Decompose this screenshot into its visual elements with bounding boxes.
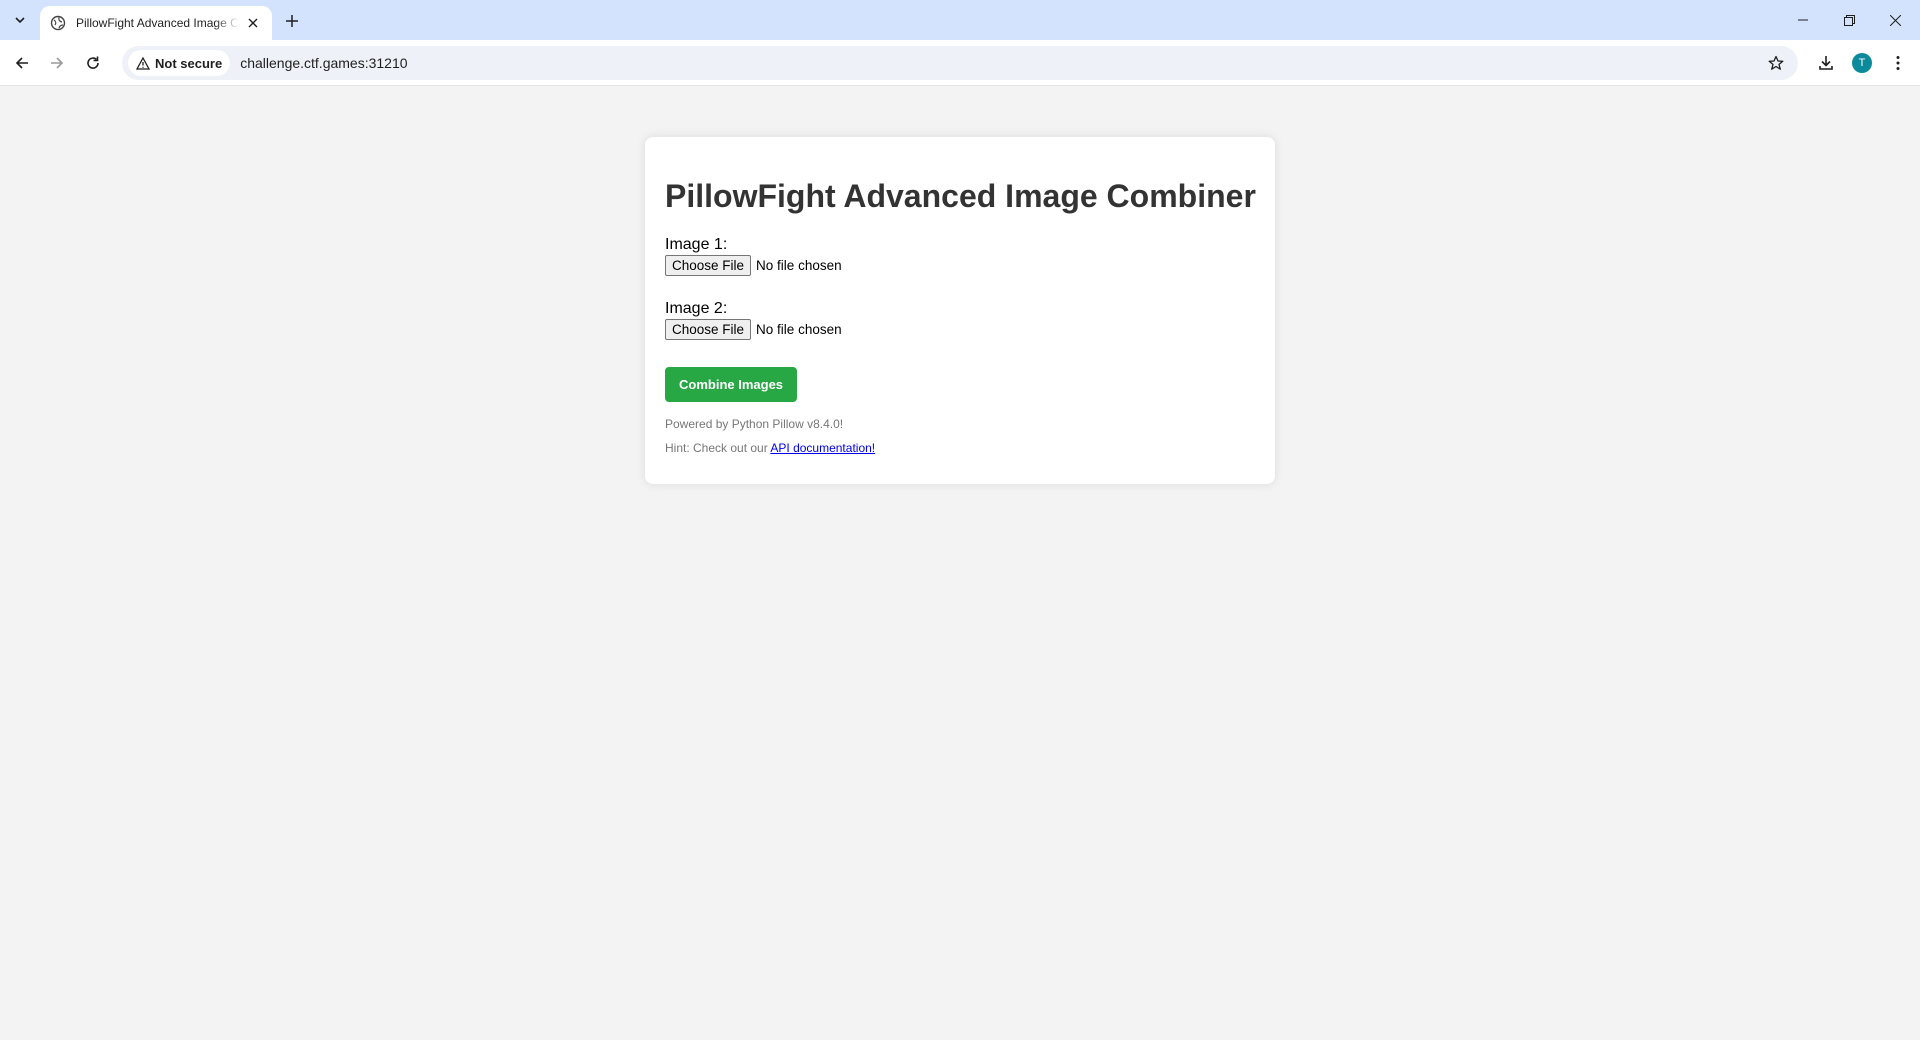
address-bar[interactable]: Not secure challenge.ctf.games:31210 [122,46,1798,80]
minimize-icon [1798,19,1808,21]
close-icon [248,18,258,28]
reload-button[interactable] [77,47,109,79]
tab-strip: PillowFight Advanced Image Combiner [0,0,1920,40]
image-1-choose-file-button[interactable]: Choose File [665,254,752,276]
image-1-file-input[interactable]: Choose File No file chosen [665,254,1255,276]
arrow-right-icon [51,57,64,69]
browser-menu-button[interactable] [1882,47,1914,79]
restore-button[interactable] [1826,0,1872,40]
tab-search-button[interactable] [6,8,34,32]
profile-button[interactable]: T [1846,47,1878,79]
upload-card: PillowFight Advanced Image Combiner Imag… [645,137,1275,484]
image-2-file-input[interactable]: Choose File No file chosen [665,318,1255,340]
forward-button[interactable] [41,47,73,79]
hint-prefix: Hint: Check out our [665,441,771,455]
download-icon [1819,56,1833,70]
api-documentation-link[interactable]: API documentation! [770,441,875,455]
image-1-field: Image 1: Choose File No file chosen [665,236,1255,276]
image-2-field: Image 2: Choose File No file chosen [665,300,1255,340]
arrow-left-icon [15,57,28,69]
footer-notes: Powered by Python Pillow v8.4.0! Hint: C… [665,412,1255,460]
tab-close-button[interactable] [245,14,262,32]
kebab-menu-icon [1896,56,1900,70]
new-tab-button[interactable] [280,9,304,33]
powered-by-text: Powered by Python Pillow v8.4.0! [665,417,844,431]
avatar: T [1852,53,1872,73]
page-title: PillowFight Advanced Image Combiner [665,178,1256,214]
url-text[interactable]: challenge.ctf.games:31210 [240,55,407,71]
chevron-down-icon [15,17,25,24]
restore-icon [1843,14,1855,26]
browser-toolbar: Not secure challenge.ctf.games:31210 T [0,40,1920,86]
close-window-button[interactable] [1872,0,1918,40]
image-2-choose-file-button[interactable]: Choose File [665,318,752,340]
page-viewport: PillowFight Advanced Image Combiner Imag… [0,87,1920,1040]
bookmark-button[interactable] [1766,53,1786,73]
image-1-label: Image 1: [665,236,728,253]
hint-text: Hint: Check out our API documentation! [665,436,1255,460]
image-1-file-status: No file chosen [756,257,842,273]
back-button[interactable] [6,47,38,79]
globe-icon [50,15,66,31]
downloads-button[interactable] [1810,47,1842,79]
plus-icon [286,15,298,27]
active-tab[interactable]: PillowFight Advanced Image Combiner [40,6,272,40]
reload-icon [87,56,99,69]
tab-title: PillowFight Advanced Image Combiner [76,16,239,30]
warning-triangle-icon [136,56,150,70]
star-icon [1768,55,1784,70]
security-chip[interactable]: Not secure [128,50,231,76]
minimize-button[interactable] [1780,0,1826,40]
image-2-file-status: No file chosen [756,321,842,337]
close-icon [1889,14,1901,26]
security-label: Not secure [155,55,223,71]
image-2-label: Image 2: [665,300,728,317]
combine-images-button[interactable]: Combine Images [665,367,798,402]
